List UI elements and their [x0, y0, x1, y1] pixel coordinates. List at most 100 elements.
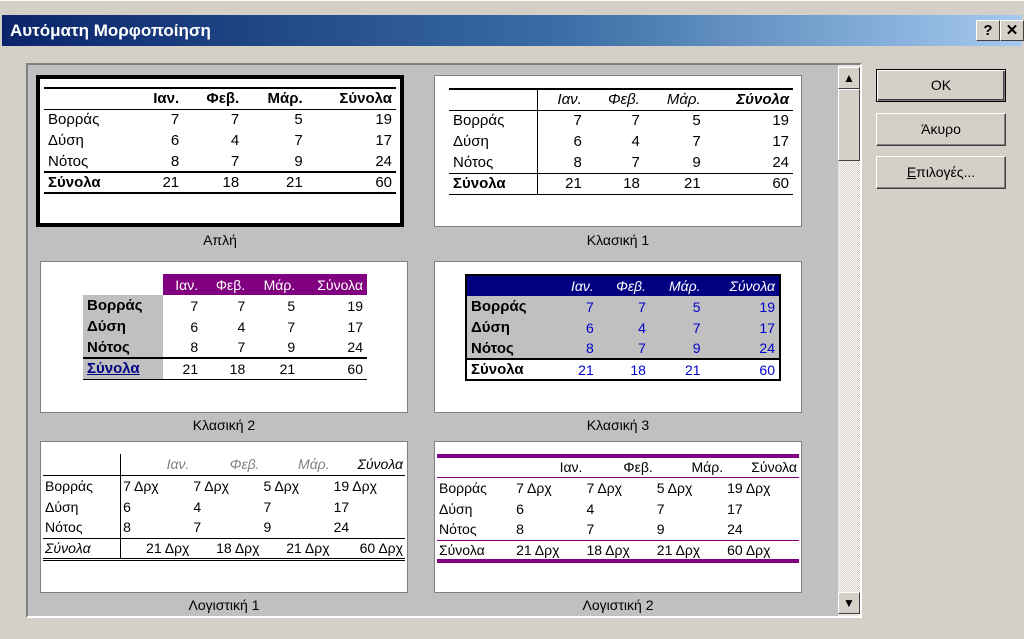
table-row: Δύση 6 4 7 17 — [449, 131, 793, 152]
format-caption: Λογιστική 1 — [188, 597, 260, 613]
row-label: Νότος — [83, 337, 164, 358]
header-cell: Ιαν. — [120, 454, 192, 476]
vertical-scrollbar[interactable]: ▲ ▼ — [838, 65, 860, 616]
sample-table: Ιαν. Φεβ. Μάρ. Σύνολα Βορράς 7 7 5 19 Δύ… — [465, 274, 781, 381]
sample-table: Ιαν. Φεβ. Μάρ. Σύνολα Βορράς 7 Δρχ 7 Δρχ… — [437, 454, 799, 563]
arrow-down-icon: ▼ — [843, 596, 855, 610]
row-label: Δύση — [48, 132, 84, 149]
table-row: Βορράς 7 Δρχ 7 Δρχ 5 Δρχ 19 Δρχ — [43, 475, 405, 496]
table-total-row: Σύνολα 21 18 21 60 — [466, 358, 780, 380]
sample-table: Ιαν. Φεβ. Μάρ. Σύνολα Βορράς 7 7 5 19 Δύ… — [44, 87, 396, 194]
row-label: Δύση — [83, 316, 164, 337]
row-label: Βορράς — [48, 111, 100, 129]
table-total-row: Σύνολα 21 Δρχ 18 Δρχ 21 Δρχ 60 Δρχ — [43, 537, 405, 561]
table-row: Νότος 8 7 9 24 — [449, 152, 793, 173]
close-button[interactable]: ✕ — [1000, 20, 1024, 41]
format-sample-accounting-1[interactable]: Ιαν. Φεβ. Μάρ. Σύνολα Βορράς 7 Δρχ 7 Δρχ… — [40, 441, 408, 593]
title-bar[interactable]: Αυτόματη Μορφοποίηση ? ✕ — [2, 15, 1024, 46]
format-caption: Λογιστική 2 — [582, 597, 654, 613]
options-button[interactable]: Επιλογές... — [876, 156, 1006, 189]
table-row: Δύση 6 4 7 17 — [44, 130, 396, 151]
row-label: Σύνολα — [83, 357, 164, 380]
ok-button[interactable]: OK — [876, 69, 1006, 102]
sample-table: Ιαν. Φεβ. Μάρ. Σύνολα Βορράς 7 7 5 19 Δύ… — [449, 88, 793, 195]
sample-table: Ιαν. Φεβ. Μάρ. Σύνολα Βορράς 7 Δρχ 7 Δρχ… — [43, 454, 405, 561]
header-cell: Μάρ. — [261, 454, 332, 476]
row-label: Σύνολα — [44, 171, 134, 194]
table-row: Νότος 8 7 9 24 — [43, 517, 405, 538]
table-total-row: Σύνολα 21 Δρχ 18 Δρχ 21 Δρχ 60 Δρχ — [437, 539, 799, 563]
header-cell: Σύνολα — [299, 274, 367, 295]
row-label: Σύνολα — [437, 539, 515, 563]
header-cell: Σύνολα — [704, 275, 780, 296]
table-total-row: Σύνολα 21 18 21 60 — [449, 172, 793, 195]
header-cell: Φεβ. — [585, 88, 644, 111]
table-row: Βορράς 7 7 5 19 — [449, 110, 793, 131]
format-caption: Απλή — [203, 232, 237, 248]
table-row: Βορράς 7 7 5 19 — [83, 295, 367, 316]
header-cell: Σύνολα — [704, 88, 793, 111]
format-preview-list[interactable]: Ιαν. Φεβ. Μάρ. Σύνολα Βορράς 7 7 5 19 Δύ… — [26, 63, 862, 618]
scroll-up-button[interactable]: ▲ — [838, 67, 860, 89]
table-total-row: Σύνολα 21 18 21 60 — [44, 171, 396, 194]
row-label: Βορράς — [449, 110, 539, 131]
header-cell: Μάρ. — [249, 274, 300, 295]
sample-table: Ιαν. Φεβ. Μάρ. Σύνολα Βορράς 7 7 5 19 Δύ… — [83, 274, 367, 380]
row-label: Νότος — [466, 338, 556, 359]
row-label: Δύση — [449, 131, 539, 152]
row-label: Σύνολα — [466, 358, 556, 380]
table-header-row: Ιαν. Φεβ. Μάρ. Σύνολα — [466, 275, 780, 296]
table-total-row: Σύνολα 21 18 21 60 — [83, 357, 367, 380]
row-label: Νότος — [48, 152, 89, 170]
row-label: Βορράς — [83, 295, 164, 316]
table-row: Βορράς 7 7 5 19 — [466, 296, 780, 317]
format-caption: Κλασική 3 — [586, 417, 650, 433]
header-cell: Μάρ. — [654, 454, 726, 478]
header-cell: Μάρ. — [649, 275, 705, 296]
table-header-row: Ιαν. Φεβ. Μάρ. Σύνολα — [83, 274, 367, 295]
header-cell: Φεβ. — [202, 274, 250, 295]
options-accelerator: Ε — [906, 164, 917, 180]
table-row: Νότος 8 7 9 24 — [437, 519, 799, 540]
cancel-button[interactable]: Άκυρο — [876, 113, 1006, 146]
table-row: Δύση 6 4 7 17 — [466, 317, 780, 338]
header-cell: Σύνολα — [306, 87, 396, 110]
header-cell: Φεβ. — [183, 87, 244, 110]
options-label: πιλογές... — [916, 164, 976, 180]
header-cell: Ιαν. — [537, 88, 586, 111]
help-button[interactable]: ? — [976, 20, 1000, 41]
header-cell: Ιαν. — [514, 454, 585, 478]
scroll-down-button[interactable]: ▼ — [838, 592, 860, 614]
table-header-row: Ιαν. Φεβ. Μάρ. Σύνολα — [44, 87, 396, 110]
table-header-row: Ιαν. Φεβ. Μάρ. Σύνολα — [449, 88, 793, 111]
format-sample-classic-2[interactable]: Ιαν. Φεβ. Μάρ. Σύνολα Βορράς 7 7 5 19 Δύ… — [40, 261, 408, 413]
row-label: Δύση — [43, 496, 122, 517]
format-caption: Κλασική 2 — [192, 417, 256, 433]
autoformat-dialog: Αυτόματη Μορφοποίηση ? ✕ Ιαν. Φεβ. Μάρ. … — [0, 0, 1024, 639]
row-label: Σύνολα — [449, 172, 539, 195]
format-caption: Κλασική 1 — [586, 232, 650, 248]
table-row: Δύση 6 4 7 17 — [83, 316, 367, 337]
table-header-row: Ιαν. Φεβ. Μάρ. Σύνολα — [437, 454, 799, 478]
format-sample-accounting-2[interactable]: Ιαν. Φεβ. Μάρ. Σύνολα Βορράς 7 Δρχ 7 Δρχ… — [434, 441, 802, 593]
row-label: Βορράς — [439, 479, 487, 496]
row-label: Δύση — [466, 317, 556, 338]
scrollbar-thumb[interactable] — [838, 89, 860, 161]
table-row: Βορράς 7 7 5 19 — [44, 109, 396, 130]
header-cell: Μάρ. — [243, 87, 307, 110]
table-row: Δύση 6 4 7 17 — [437, 498, 799, 519]
row-label: Νότος — [449, 152, 539, 173]
row-label: Δύση — [439, 500, 473, 517]
arrow-up-icon: ▲ — [843, 71, 855, 85]
header-cell: Ιαν. — [163, 274, 203, 295]
table-row: Νότος 8 7 9 24 — [466, 338, 780, 359]
format-sample-classic-3[interactable]: Ιαν. Φεβ. Μάρ. Σύνολα Βορράς 7 7 5 19 Δύ… — [434, 261, 802, 413]
row-label: Βορράς — [466, 296, 556, 317]
row-label: Βορράς — [43, 475, 122, 496]
header-cell: Μάρ. — [643, 88, 705, 111]
header-cell: Φεβ. — [597, 275, 650, 296]
format-sample-simple[interactable]: Ιαν. Φεβ. Μάρ. Σύνολα Βορράς 7 7 5 19 Δύ… — [36, 75, 404, 227]
row-label: Νότος — [439, 521, 477, 538]
format-sample-classic-1[interactable]: Ιαν. Φεβ. Μάρ. Σύνολα Βορράς 7 7 5 19 Δύ… — [434, 75, 802, 227]
row-label: Σύνολα — [43, 537, 122, 561]
